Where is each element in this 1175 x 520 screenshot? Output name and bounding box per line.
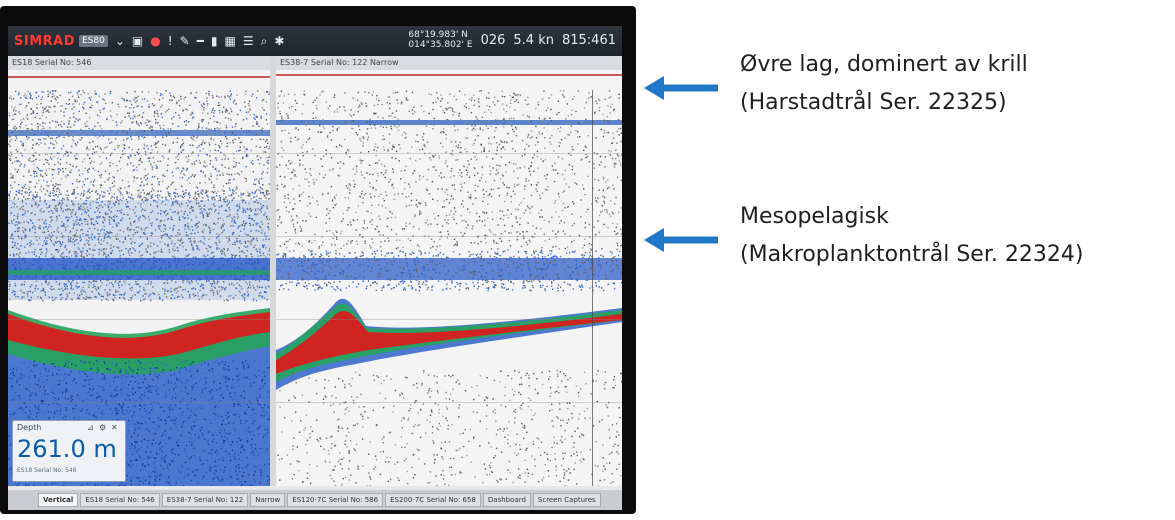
panel-title-left: ES18 Serial No: 546	[8, 56, 270, 70]
settings-icon[interactable]: ⚙	[99, 423, 106, 432]
surface-line	[8, 76, 270, 78]
pen-icon[interactable]: ✎	[180, 34, 190, 48]
echogram-panel-left[interactable]: ES18 Serial No: 546 Depth ⊿ ⚙ ✕ 261.0 m …	[8, 56, 270, 486]
model-badge: ES80	[79, 35, 108, 47]
depth-gridline	[276, 236, 622, 237]
status-tab[interactable]: Dashboard	[482, 493, 531, 507]
record-icon[interactable]: ●	[150, 34, 160, 48]
navigation-readout: 68°19.983' N 014°35.802' E 026 5.4 kn 81…	[408, 30, 616, 50]
echogram-panel-right[interactable]: ES38-7 Serial No: 122 Narrow	[276, 56, 622, 486]
depth-gridline	[276, 153, 622, 154]
depth-source: ES18 Serial No: 546	[17, 467, 77, 474]
close-icon[interactable]: ✕	[111, 423, 118, 432]
status-tab[interactable]: ES120-7C Serial No: 586	[287, 493, 384, 507]
status-tab[interactable]: ES18 Serial No: 546	[80, 493, 160, 507]
depth-gridline	[8, 319, 270, 320]
depth-gridline	[8, 153, 270, 154]
arrow-upper-head	[644, 76, 664, 100]
list-icon[interactable]: ☰	[243, 34, 254, 48]
panel-title-right: ES38-7 Serial No: 122 Narrow	[276, 56, 622, 70]
annotation-middle-line1: Mesopelagisk	[740, 204, 889, 229]
mesopelagic-core	[8, 270, 270, 275]
annotation-upper-line2: (Harstadtrål Ser. 22325)	[740, 90, 1007, 115]
longitude: 014°35.802' E	[408, 40, 473, 50]
echogram-photo: SIMRAD ES80 ⌄ ▣ ● ! ✎ ━ ▮ ▦ ☰ ⌕ ✱ 68°19.…	[0, 6, 636, 514]
echosounder-screen: SIMRAD ES80 ⌄ ▣ ● ! ✎ ━ ▮ ▦ ☰ ⌕ ✱ 68°19.…	[8, 26, 622, 510]
grid-icon[interactable]: ▦	[224, 34, 235, 48]
heading-readout: 026	[480, 32, 506, 48]
depth-label: Depth	[17, 423, 42, 432]
camera-icon[interactable]: ▣	[132, 34, 143, 48]
depth-gridline	[276, 319, 622, 320]
latitude: 68°19.983' N	[408, 30, 468, 40]
bar-chart-icon[interactable]: ▮	[211, 34, 218, 48]
time-readout: 815:461	[561, 32, 616, 48]
chevron-down-icon[interactable]: ⌄	[115, 34, 125, 48]
depth-gridline	[8, 236, 270, 237]
annotation-middle-line2: (Makroplanktontrål Ser. 22324)	[740, 242, 1084, 267]
surface-line	[276, 74, 622, 76]
depth-readout-box[interactable]: Depth ⊿ ⚙ ✕ 261.0 m ES18 Serial No: 546	[12, 420, 126, 482]
status-tab[interactable]: Narrow	[250, 493, 286, 507]
brand-logo: SIMRAD	[14, 33, 75, 49]
status-tab[interactable]: ES38-7 Serial No: 122	[161, 493, 249, 507]
position-readout: 68°19.983' N 014°35.802' E	[408, 30, 472, 50]
depth-value: 261.0 m	[17, 435, 117, 463]
bottom-tab-bar: Vertical ES18 Serial No: 546 ES38-7 Serial…	[8, 490, 622, 510]
range-marker	[592, 90, 593, 486]
status-tab[interactable]: ES200-7C Serial No: 658	[385, 493, 481, 507]
annotation-upper-line1: Øvre lag, dominert av krill	[740, 52, 1028, 77]
pin-icon[interactable]: ⊿	[87, 423, 94, 432]
depth-gridline	[8, 402, 270, 403]
ruler-icon[interactable]: ━	[197, 34, 204, 48]
mesopelagic-layer	[8, 258, 270, 280]
status-tab[interactable]: Screen Captures	[532, 493, 601, 507]
wrench-icon[interactable]: ✱	[274, 34, 284, 48]
zoom-icon[interactable]: ⌕	[261, 34, 268, 49]
arrow-middle	[644, 228, 718, 252]
status-tab[interactable]: Vertical	[38, 493, 79, 507]
speed-readout: 5.4 kn	[513, 32, 554, 48]
arrow-upper	[644, 76, 718, 100]
arrow-middle-head	[644, 228, 664, 252]
top-toolbar: SIMRAD ES80 ⌄ ▣ ● ! ✎ ━ ▮ ▦ ☰ ⌕ ✱ 68°19.…	[8, 26, 622, 56]
echogram-right[interactable]	[276, 70, 622, 486]
depth-gridline	[276, 402, 622, 403]
alert-icon[interactable]: !	[168, 34, 173, 48]
